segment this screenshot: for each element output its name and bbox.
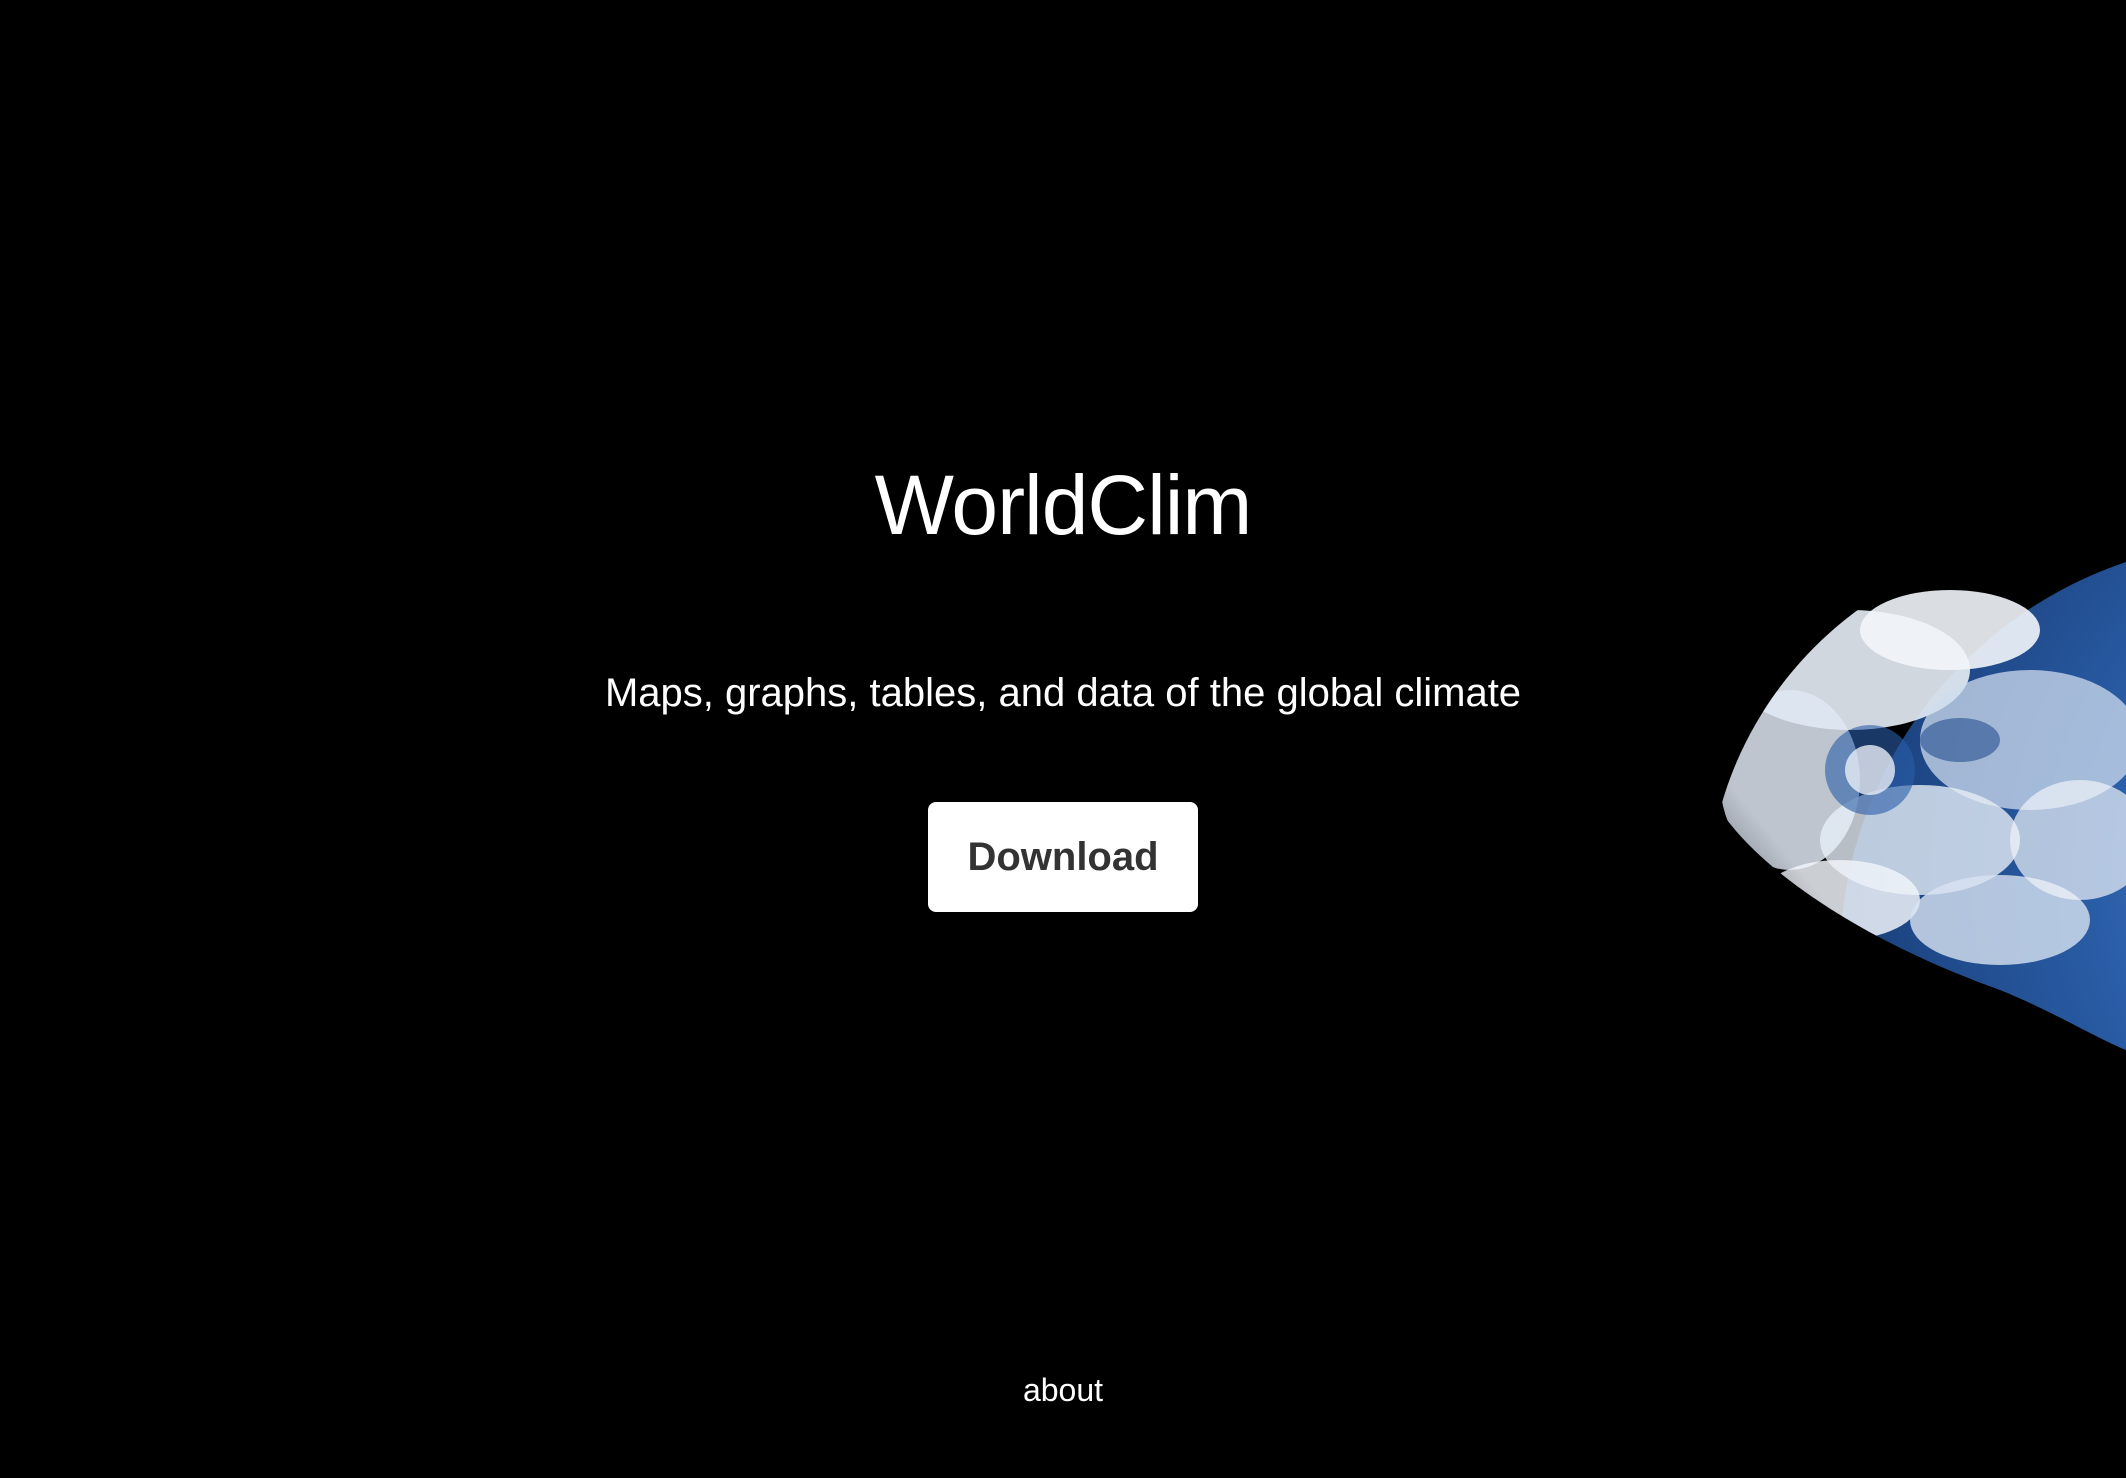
page-subtitle: Maps, graphs, tables, and data of the gl…	[604, 671, 1522, 715]
hero-section: WorldClim Maps, graphs, tables, and data…	[0, 0, 2126, 1478]
about-link[interactable]: about	[0, 1370, 2126, 1410]
earth-globe-image	[1700, 540, 2126, 1060]
earth-globe-graphic	[1720, 540, 2126, 1050]
download-button[interactable]: Download	[928, 802, 1198, 912]
page-title: WorldClim	[874, 458, 1253, 552]
